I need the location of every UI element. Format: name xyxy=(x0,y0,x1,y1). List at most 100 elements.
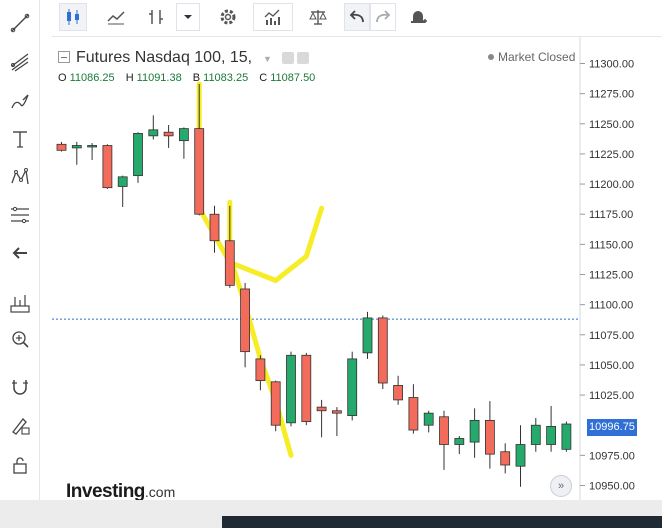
candle-8 xyxy=(179,127,189,159)
redo-icon[interactable] xyxy=(370,3,396,31)
status-dot-icon xyxy=(488,53,494,60)
chart-window: 11300.00 11275.00 11250.00 11225.00 11200.00… xyxy=(0,0,662,528)
candle-body xyxy=(515,444,526,467)
candle-body xyxy=(530,424,541,445)
zoom-icon[interactable] xyxy=(4,324,36,354)
candle-18 xyxy=(331,407,342,437)
candle-body xyxy=(102,145,113,189)
chart-area[interactable]: 11300.00 11275.00 11250.00 11225.00 11200.00… xyxy=(52,36,662,502)
brand-name: Investing xyxy=(66,481,145,502)
candle-body xyxy=(377,317,388,384)
candle-7 xyxy=(163,124,174,148)
y-tick-label: 11025.00 xyxy=(589,390,634,402)
candle-body xyxy=(270,381,281,426)
candle-body xyxy=(362,317,373,354)
candle-body xyxy=(224,240,235,286)
y-tick-label: 11050.00 xyxy=(589,360,634,372)
candle-body xyxy=(500,451,511,466)
candle-body xyxy=(163,131,174,137)
alert-icon[interactable] xyxy=(403,3,433,31)
collapse-legend-button[interactable] xyxy=(58,51,70,63)
candle-13 xyxy=(255,355,266,391)
y-tick-label: 11150.00 xyxy=(589,239,633,251)
magnet-icon[interactable] xyxy=(4,372,36,402)
eye-icon[interactable] xyxy=(282,52,294,64)
candle-body xyxy=(255,358,266,382)
title-dropdown-icon[interactable]: ▼ xyxy=(263,54,272,64)
candle-body xyxy=(87,145,97,148)
market-status: Market Closed xyxy=(488,50,575,64)
candle-26 xyxy=(454,436,465,455)
candle-body xyxy=(393,385,404,401)
indicators-icon[interactable] xyxy=(253,3,293,31)
measure-icon[interactable] xyxy=(4,288,36,318)
candle-body xyxy=(561,423,572,450)
close-value: 11087.50 xyxy=(270,72,316,84)
candle-5 xyxy=(133,132,143,183)
candle-body xyxy=(209,213,220,242)
symbol-title: Futures Nasdaq 100, 15, xyxy=(76,49,253,66)
highlight-stroke-1 xyxy=(227,199,294,458)
candle-body xyxy=(423,412,434,426)
candle-25 xyxy=(439,410,449,470)
text-icon[interactable] xyxy=(4,124,36,154)
pitchfork-icon[interactable] xyxy=(4,47,36,77)
candle-3 xyxy=(102,144,113,189)
candle-27 xyxy=(469,408,480,458)
candle-1 xyxy=(71,141,82,165)
compare-icon[interactable] xyxy=(299,3,337,31)
candle-22 xyxy=(393,375,404,405)
fib-icon[interactable] xyxy=(4,200,36,230)
candle-body xyxy=(286,354,296,424)
y-tick-label: 10950.00 xyxy=(589,481,635,493)
bar-style-icon[interactable] xyxy=(142,3,170,31)
candle-11 xyxy=(224,205,235,288)
pattern-icon[interactable] xyxy=(4,162,36,192)
low-label: B xyxy=(192,72,201,84)
candle-body xyxy=(117,176,128,187)
candle-29 xyxy=(500,443,511,474)
lock-icon[interactable] xyxy=(4,450,36,480)
candle-33 xyxy=(561,421,572,452)
candle-30 xyxy=(515,425,526,487)
high-value: 11091.38 xyxy=(136,72,182,84)
candle-body xyxy=(56,143,67,151)
candle-body xyxy=(439,416,449,445)
y-tick-label: 11250.00 xyxy=(589,119,634,131)
candlestick-chart[interactable]: 11300.00 11275.00 11250.00 11225.00 11200.00… xyxy=(52,37,662,501)
legend-actions xyxy=(282,51,312,69)
gear-icon[interactable] xyxy=(297,52,309,64)
candle-body xyxy=(347,358,358,416)
candle-23 xyxy=(408,384,419,434)
candle-2 xyxy=(87,143,97,160)
candle-body xyxy=(316,406,327,412)
settings-icon[interactable] xyxy=(212,3,244,31)
back-arrow-icon[interactable] xyxy=(4,238,36,268)
lock-draw-icon[interactable] xyxy=(4,410,36,440)
candle-body xyxy=(331,410,342,414)
candle-body xyxy=(454,438,465,445)
candle-19 xyxy=(347,351,358,421)
line-chart-icon[interactable] xyxy=(96,3,136,31)
y-tick-label: 11300.00 xyxy=(589,59,634,71)
scroll-to-latest-button[interactable]: » xyxy=(550,475,572,497)
candle-body xyxy=(484,419,495,455)
candle-32 xyxy=(546,405,557,452)
brand-domain: .com xyxy=(144,484,176,500)
candle-24 xyxy=(423,410,434,433)
dropdown-icon[interactable] xyxy=(176,3,200,31)
candle-body xyxy=(148,129,159,137)
candle-icon[interactable] xyxy=(59,3,87,31)
close-label: C xyxy=(259,72,268,84)
trendline-icon[interactable] xyxy=(4,8,36,38)
candle-body xyxy=(71,145,82,149)
current-price-badge: 10996.75 xyxy=(587,419,637,436)
undo-icon[interactable] xyxy=(344,3,370,31)
market-status-text: Market Closed xyxy=(498,50,576,64)
y-tick-label: 11225.00 xyxy=(589,149,634,161)
candle-body xyxy=(469,419,480,443)
candle-9 xyxy=(194,83,205,216)
brush-icon[interactable] xyxy=(4,86,36,116)
candle-17 xyxy=(316,399,327,438)
candle-6 xyxy=(148,115,159,140)
